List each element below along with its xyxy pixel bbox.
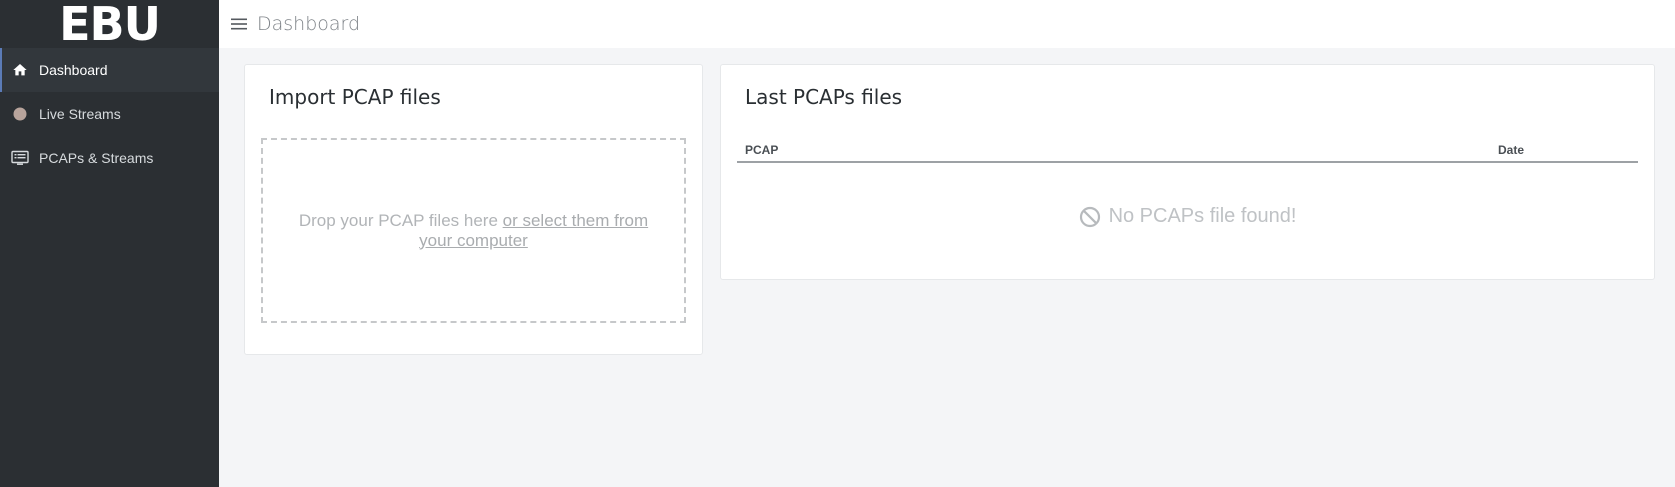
sidebar-item-pcaps-streams[interactable]: PCAPs & Streams [0, 136, 219, 180]
last-pcaps-card: Last PCAPs files PCAP Date No PCAPs file… [720, 64, 1655, 280]
table-header: PCAP Date [737, 139, 1638, 163]
hamburger-menu-icon[interactable] [229, 14, 249, 34]
page-title: Dashboard [257, 13, 361, 35]
sidebar: EBU Dashboard Live Streams PCAPs & Strea… [0, 0, 219, 487]
sidebar-item-label: Live Streams [39, 106, 121, 122]
circle-icon [10, 104, 30, 124]
column-header-pcap[interactable]: PCAP [745, 143, 778, 157]
card-title: Import PCAP files [269, 85, 441, 109]
dropzone-text: Drop your PCAP files here or select them… [289, 211, 659, 251]
top-bar: Dashboard [219, 0, 1675, 48]
import-pcap-card: Import PCAP files Drop your PCAP files h… [244, 64, 703, 355]
empty-message: No PCAPs file found! [1108, 205, 1297, 227]
home-icon [10, 60, 30, 80]
card-title: Last PCAPs files [745, 85, 903, 109]
sidebar-item-label: Dashboard [39, 62, 108, 78]
sidebar-item-dashboard[interactable]: Dashboard [0, 48, 219, 92]
ban-icon [1079, 206, 1101, 228]
column-header-date[interactable]: Date [1498, 143, 1524, 157]
logo: EBU [59, 0, 161, 51]
sidebar-item-label: PCAPs & Streams [39, 150, 154, 166]
list-alt-icon [10, 148, 30, 168]
pcap-dropzone[interactable]: Drop your PCAP files here or select them… [261, 138, 686, 323]
sidebar-item-live-streams[interactable]: Live Streams [0, 92, 219, 136]
empty-state: No PCAPs file found! [737, 205, 1638, 228]
drop-instruction: Drop your PCAP files here [298, 210, 503, 230]
